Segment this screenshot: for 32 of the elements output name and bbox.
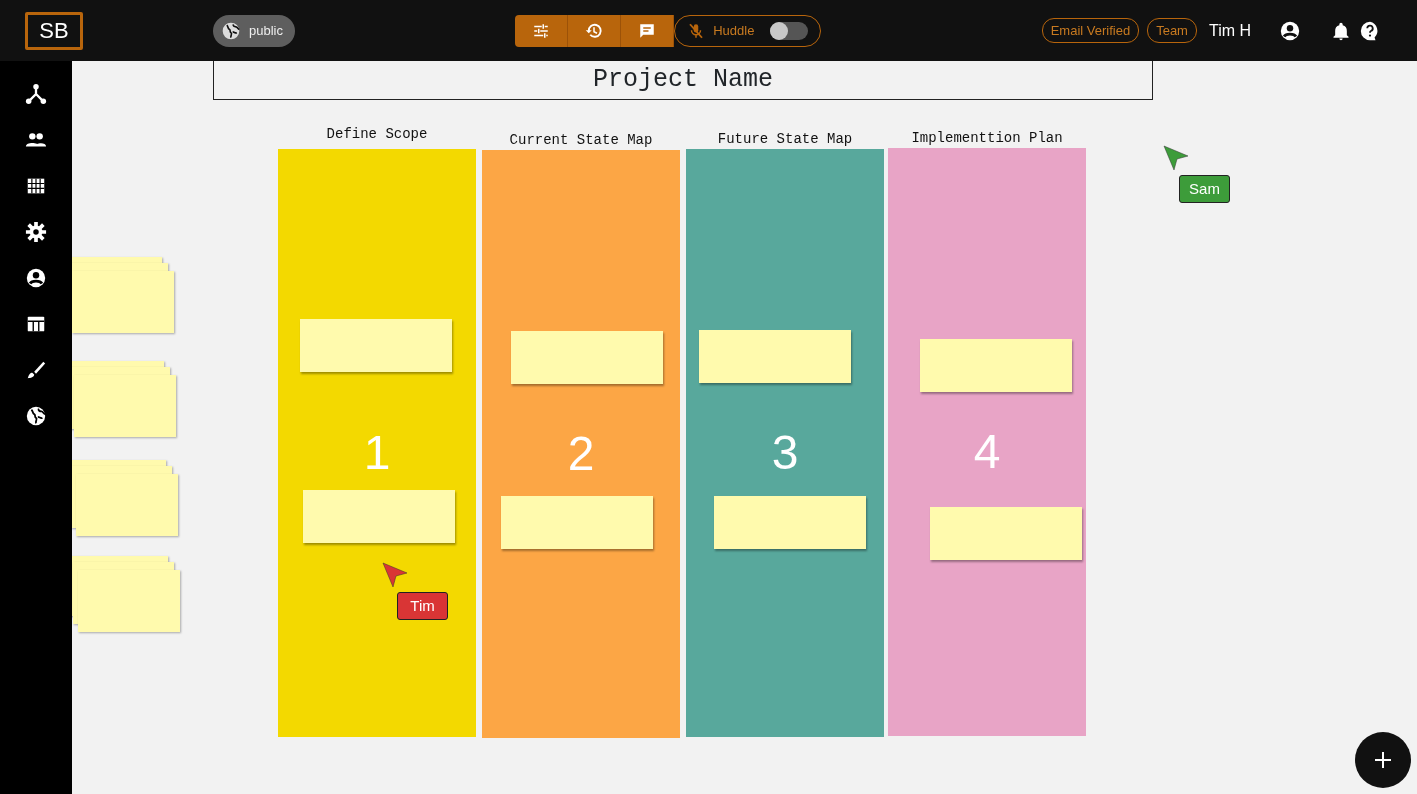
logo[interactable]: SB <box>25 11 83 50</box>
account-icon[interactable] <box>1279 19 1301 42</box>
cursor-arrow-icon <box>382 562 408 588</box>
chat-icon <box>638 21 657 40</box>
board-title: Project Name <box>213 61 1153 100</box>
network-icon[interactable] <box>25 83 47 105</box>
user-name: Tim H <box>1208 20 1251 41</box>
column-title: Implementtion Plan <box>910 130 1064 146</box>
plus-icon <box>1375 752 1391 768</box>
huddle-label: Huddle <box>713 21 755 40</box>
account-icon[interactable] <box>25 267 47 289</box>
huddle-toggle[interactable] <box>770 21 809 40</box>
add-button[interactable] <box>1355 732 1411 788</box>
sliders-icon <box>532 21 551 40</box>
history-icon <box>585 21 604 40</box>
cursor-arrow-icon <box>1163 145 1189 171</box>
status-badge: Team <box>1147 17 1197 44</box>
column-title: Current State Map <box>508 132 654 148</box>
column-title: Future State Map <box>716 131 854 147</box>
column-number: 3 <box>770 425 800 481</box>
column-number: 2 <box>566 426 596 482</box>
visibility-button[interactable]: public <box>213 14 295 47</box>
status-badge: Email Verified <box>1041 17 1140 44</box>
column-title: Define Scope <box>325 126 429 142</box>
globe-icon <box>221 20 241 41</box>
brush-icon[interactable] <box>25 359 47 381</box>
cursor-label: Sam <box>1179 175 1230 203</box>
settings-icon[interactable] <box>25 221 47 243</box>
cursor-label: Tim <box>397 592 448 620</box>
column-number: 1 <box>362 425 392 481</box>
column-number: 4 <box>972 424 1002 480</box>
globe-icon[interactable] <box>25 405 47 427</box>
